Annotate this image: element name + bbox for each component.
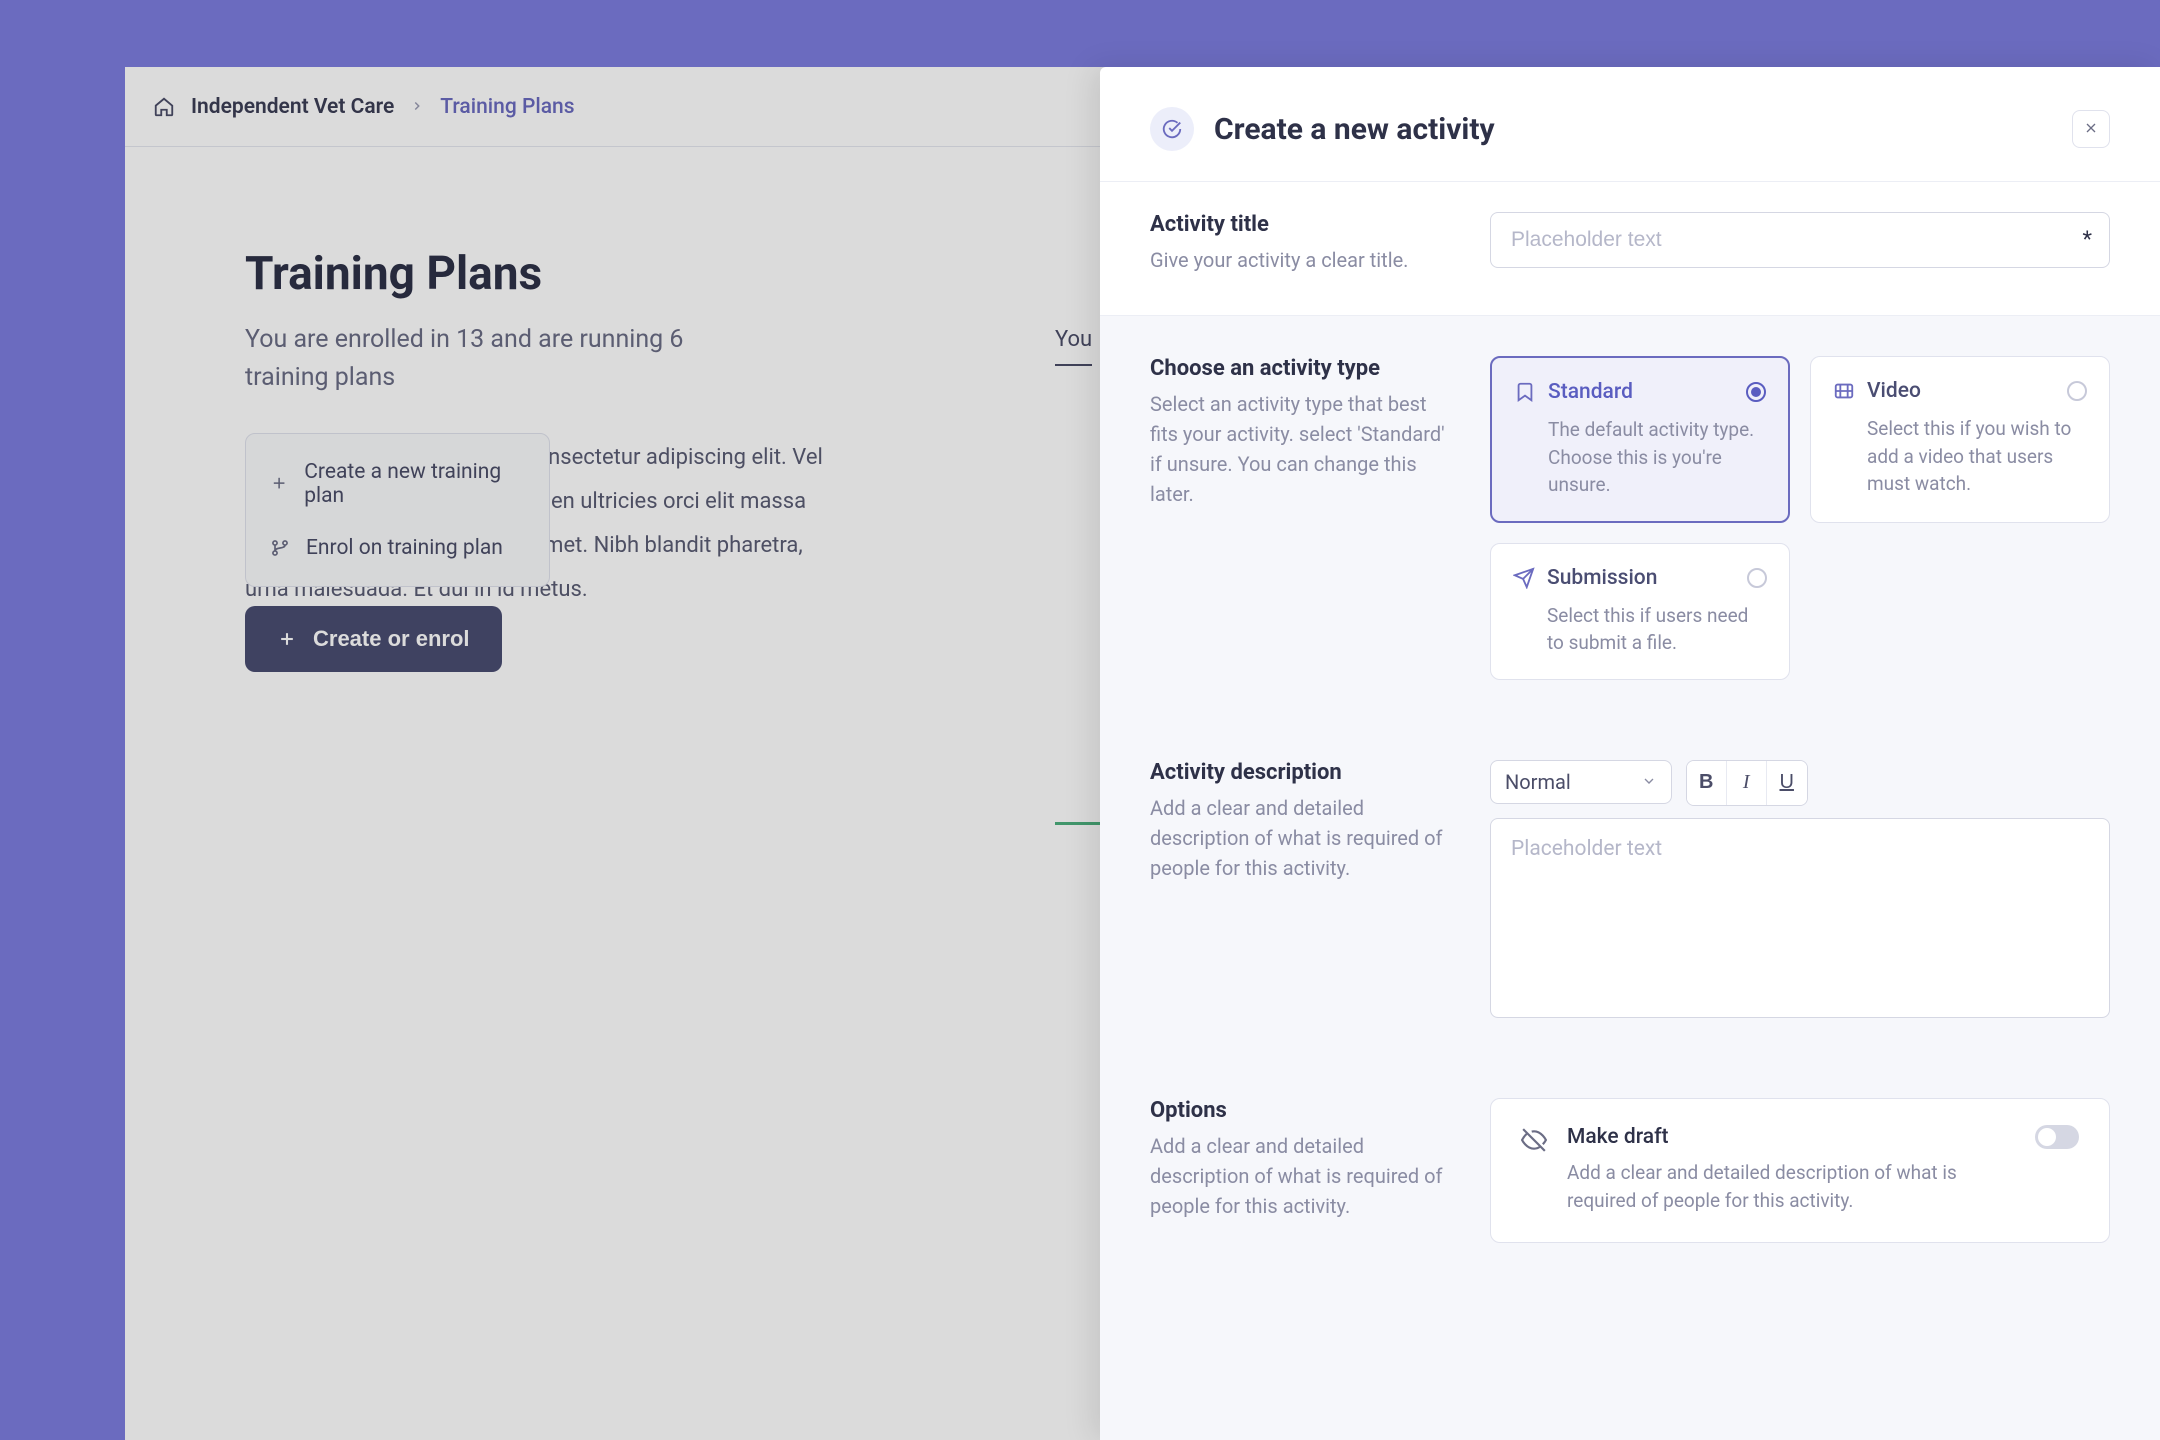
description-help: Add a clear and detailed description of … [1150, 793, 1450, 883]
type-standard-desc: The default activity type. Choose this i… [1514, 416, 1766, 499]
chevron-down-icon [1641, 770, 1657, 794]
radio-selected [1746, 382, 1766, 402]
send-icon [1513, 567, 1535, 589]
create-activity-panel: Create a new activity Activity title Giv… [1100, 67, 2160, 1440]
type-submission-desc: Select this if users need to submit a fi… [1513, 602, 1767, 657]
radio-unselected [1747, 568, 1767, 588]
type-card-video[interactable]: Video Select this if you wish to add a v… [1810, 356, 2110, 523]
type-standard-title: Standard [1548, 380, 1734, 404]
type-video-desc: Select this if you wish to add a video t… [1833, 415, 2087, 498]
video-icon [1833, 380, 1855, 402]
panel-title: Create a new activity [1214, 112, 2052, 147]
format-select[interactable]: Normal [1490, 760, 1672, 804]
option-draft-desc: Add a clear and detailed description of … [1567, 1159, 2015, 1216]
radio-unselected [2067, 381, 2087, 401]
description-label: Activity description [1150, 760, 1450, 785]
required-asterisk: * [2083, 228, 2092, 253]
draft-toggle[interactable] [2035, 1125, 2079, 1149]
italic-button[interactable]: I [1727, 761, 1767, 805]
eye-off-icon [1521, 1127, 1547, 1153]
type-card-submission[interactable]: Submission Select this if users need to … [1490, 543, 1790, 680]
description-textarea[interactable]: Placeholder text [1490, 818, 2110, 1018]
bookmark-icon [1514, 381, 1536, 403]
option-make-draft: Make draft Add a clear and detailed desc… [1490, 1098, 2110, 1243]
check-circle-icon [1150, 107, 1194, 151]
format-select-value: Normal [1505, 770, 1571, 794]
activity-title-input[interactable] [1490, 212, 2110, 268]
type-submission-title: Submission [1547, 566, 1735, 590]
activity-type-help: Select an activity type that best fits y… [1150, 389, 1450, 509]
bold-button[interactable]: B [1687, 761, 1727, 805]
close-icon [2083, 120, 2099, 139]
underline-button[interactable]: U [1767, 761, 1807, 805]
option-draft-title: Make draft [1567, 1125, 2015, 1149]
activity-title-label: Activity title [1150, 212, 1450, 237]
activity-type-label: Choose an activity type [1150, 356, 1450, 381]
close-button[interactable] [2072, 110, 2110, 148]
type-video-title: Video [1867, 379, 2055, 403]
activity-title-help: Give your activity a clear title. [1150, 245, 1450, 275]
type-card-standard[interactable]: Standard The default activity type. Choo… [1490, 356, 1790, 523]
options-help: Add a clear and detailed description of … [1150, 1131, 1450, 1221]
options-label: Options [1150, 1098, 1450, 1123]
